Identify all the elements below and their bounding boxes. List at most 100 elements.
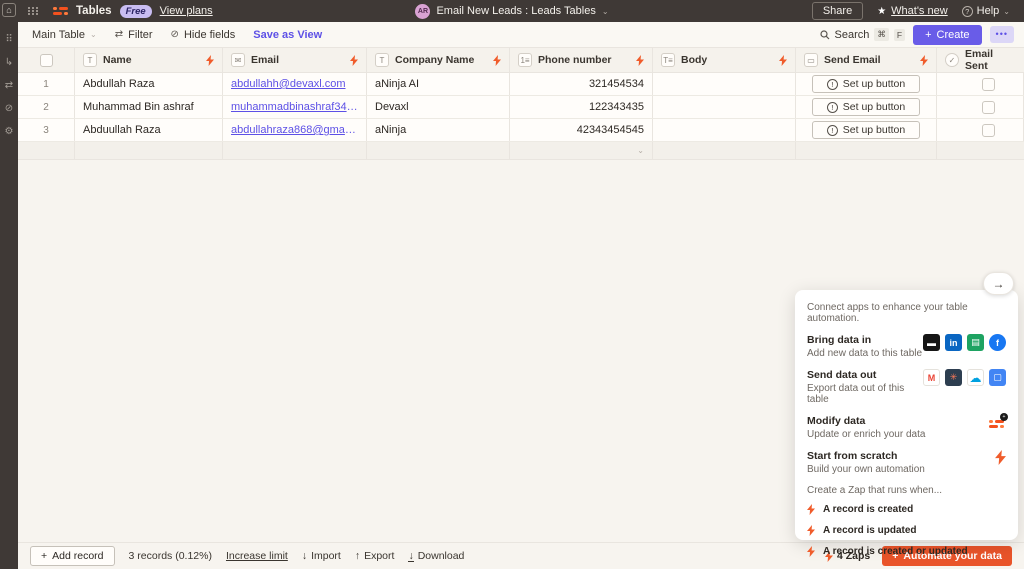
avatar: AR [415, 4, 430, 19]
table-row[interactable]: 3 Abduullah Raza abdullahraza868@gmail.c… [18, 119, 1024, 142]
row-number: 3 [43, 125, 49, 136]
table-grid: T Name ✉ Email T Company Name 1≡ Phone n… [18, 48, 1024, 160]
connect-apps-panel: Connect apps to enhance your table autom… [795, 290, 1018, 540]
column-header-name[interactable]: T Name [75, 48, 223, 72]
email-link[interactable]: muhammadbinashraf342@gmail.... [231, 101, 358, 113]
hide-fields-button[interactable]: ⊘Hide fields [171, 29, 236, 41]
cell-phone[interactable]: 122343435 [510, 96, 653, 118]
home-icon[interactable]: ⌂ [2, 3, 16, 17]
chevron-down-icon[interactable]: ⌄ [602, 7, 609, 16]
cell-phone[interactable]: 321454534 [510, 73, 653, 95]
add-record-button[interactable]: +Add record [30, 546, 115, 566]
column-header-send-email[interactable]: ▭ Send Email [796, 48, 937, 72]
google-sheets-icon: ▤ [967, 334, 984, 351]
filter-icon: ⇄ [115, 29, 123, 40]
send-data-out-item[interactable]: Send data out Export data out of this ta… [807, 369, 1006, 405]
arrow-up-icon: ↑ [355, 550, 360, 562]
whats-new-link[interactable]: ★ What's new [877, 5, 947, 17]
cell-company[interactable]: Devaxl [367, 96, 510, 118]
hidden-eye-icon[interactable]: ⊘ [0, 97, 18, 120]
set-up-button[interactable]: ! Set up button [812, 98, 920, 116]
apps-grid-icon[interactable]: ⠿ [0, 28, 18, 51]
zapier-tables-icon: + [989, 415, 1006, 432]
cell-name[interactable]: Muhammad Bin ashraf [75, 96, 223, 118]
column-header-email-sent[interactable]: ✓ Email Sent [937, 48, 1024, 72]
chevron-down-icon: ⌄ [90, 30, 97, 39]
record-count: 3 records (0.12%) [129, 550, 212, 562]
view-plans-link[interactable]: View plans [160, 5, 213, 17]
shortcut-f-key: F [894, 29, 905, 41]
view-selector[interactable]: Main Table⌄ [32, 29, 97, 41]
column-header-email[interactable]: ✉ Email [223, 48, 367, 72]
search-button[interactable]: Search ⌘ F [820, 28, 906, 41]
checkbox-field-icon: ✓ [945, 53, 959, 67]
email-sent-checkbox[interactable] [982, 101, 995, 114]
workspace-title[interactable]: Email New Leads : Leads Tables [436, 5, 595, 17]
modify-data-item[interactable]: Modify data Update or enrich your data + [807, 415, 1006, 440]
create-button[interactable]: +Create [913, 25, 981, 45]
increase-limit-link[interactable]: Increase limit [226, 550, 288, 562]
help-icon: ? [962, 6, 973, 17]
settings-gear-icon[interactable]: ⚙ [0, 120, 18, 143]
return-arrow-icon[interactable]: ↳ [0, 51, 18, 74]
table-row[interactable]: 2 Muhammad Bin ashraf muhammadbinashraf3… [18, 96, 1024, 119]
more-options-button[interactable]: ••• [990, 26, 1014, 43]
download-button[interactable]: ↓Download [408, 550, 464, 562]
column-header-phone[interactable]: 1≡ Phone number [510, 48, 653, 72]
hubspot-icon: ✳ [945, 369, 962, 386]
email-sent-checkbox[interactable] [982, 78, 995, 91]
chevron-down-icon: ⌄ [637, 146, 644, 155]
cell-body[interactable] [653, 119, 796, 141]
linkedin-icon: in [945, 334, 962, 351]
email-sent-checkbox[interactable] [982, 124, 995, 137]
eye-slash-icon: ⊘ [171, 29, 179, 40]
cell-body[interactable] [653, 73, 796, 95]
table-row[interactable]: 1 Abdullah Raza abdullahh@devaxl.com aNi… [18, 73, 1024, 96]
export-button[interactable]: ↑Export [355, 550, 395, 562]
email-field-icon: ✉ [231, 53, 245, 67]
panel-title: Connect apps to enhance your table autom… [807, 302, 1006, 324]
zap-bolt-icon [350, 55, 358, 66]
save-as-view-button[interactable]: Save as View [253, 29, 322, 41]
set-up-button[interactable]: ! Set up button [812, 121, 920, 139]
cell-name[interactable]: Abdullah Raza [75, 73, 223, 95]
number-field-icon: 1≡ [518, 53, 532, 67]
app-icon-dark: ▬ [923, 334, 940, 351]
app-switcher-icon[interactable] [28, 7, 39, 15]
top-header: Tables Free View plans AR Email New Lead… [0, 0, 1024, 22]
summary-dropdown[interactable]: ⌄ [510, 142, 653, 159]
start-from-scratch-item[interactable]: Start from scratch Build your own automa… [807, 450, 1006, 475]
cell-phone[interactable]: 42343454545 [510, 119, 653, 141]
shortcut-cmd-key: ⌘ [874, 28, 889, 41]
long-text-field-icon: T≡ [661, 53, 675, 67]
email-link[interactable]: abdullahh@devaxl.com [231, 78, 346, 90]
column-header-body[interactable]: T≡ Body [653, 48, 796, 72]
cell-company[interactable]: aNinja [367, 119, 510, 141]
import-button[interactable]: ↓Import [302, 550, 341, 562]
search-icon [820, 30, 830, 40]
trigger-record-created[interactable]: A record is created [807, 504, 1006, 515]
cell-body[interactable] [653, 96, 796, 118]
chevron-down-icon: ⌄ [1003, 7, 1010, 16]
help-menu[interactable]: ? Help ⌄ [962, 5, 1010, 17]
column-header-company[interactable]: T Company Name [367, 48, 510, 72]
button-field-icon: ▭ [804, 53, 818, 67]
sliders-icon[interactable]: ⇄ [0, 74, 18, 97]
zap-bolt-icon [206, 55, 214, 66]
trigger-record-created-or-updated[interactable]: A record is created or updated [807, 546, 1006, 557]
text-field-icon: T [375, 53, 389, 67]
set-up-button[interactable]: ! Set up button [812, 75, 920, 93]
email-link[interactable]: abdullahraza868@gmail.com [231, 124, 358, 136]
collapse-panel-button[interactable]: → [983, 272, 1014, 295]
bring-data-in-item[interactable]: Bring data in Add new data to this table… [807, 334, 1006, 359]
cell-name[interactable]: Abduullah Raza [75, 119, 223, 141]
product-name: Tables [76, 5, 112, 17]
star-icon: ★ [877, 6, 886, 17]
share-button[interactable]: Share [812, 2, 863, 20]
select-all-checkbox[interactable] [40, 54, 53, 67]
filter-button[interactable]: ⇄Filter [115, 29, 153, 41]
arrow-down-icon: ↓ [302, 550, 307, 562]
cell-company[interactable]: aNinja AI [367, 73, 510, 95]
trigger-record-updated[interactable]: A record is updated [807, 525, 1006, 536]
alert-icon: ! [827, 79, 838, 90]
